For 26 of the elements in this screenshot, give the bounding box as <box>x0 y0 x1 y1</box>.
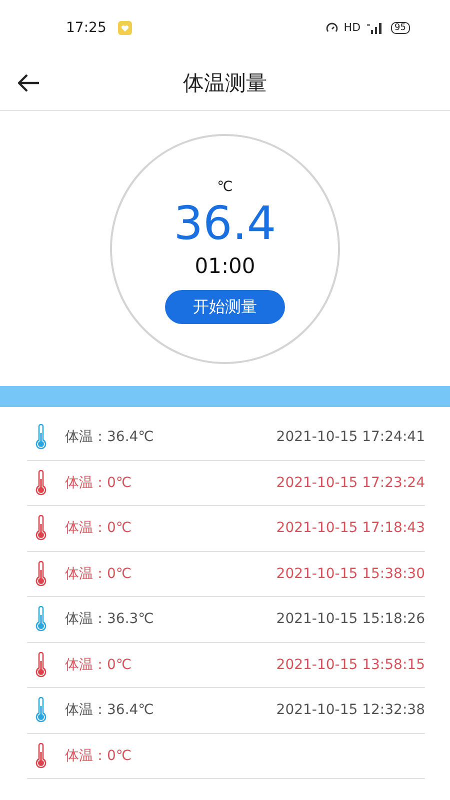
battery-indicator: 95 <box>390 22 410 34</box>
back-arrow-icon[interactable] <box>18 74 40 92</box>
temperature-record: 体温：36.4℃ <box>65 701 155 720</box>
record-timestamp: 2021-10-15 15:38:30 <box>276 566 425 582</box>
heart-badge-icon <box>118 20 132 34</box>
temperature-record: 体温：36.4℃ <box>65 428 155 446</box>
page-title: 体温测量 <box>183 70 267 96</box>
start-measure-button[interactable]: 开始测量 <box>165 290 285 324</box>
temperature-record: 体温：0℃ <box>65 746 133 765</box>
temperature-record: 体温：0℃ <box>65 656 133 674</box>
timer-text: 01:00 <box>194 254 256 278</box>
record-timestamp: 2021-10-15 17:18:43 <box>276 520 425 536</box>
unit-label: ℃ <box>217 178 233 195</box>
speed-gauge-icon <box>326 22 338 34</box>
temperature-record: 体温：0℃ <box>65 519 133 538</box>
clock: 17:25 <box>66 20 106 36</box>
network-label: HD <box>344 21 361 34</box>
record-timestamp: 2021-10-15 17:24:41 <box>276 429 425 446</box>
temperature-value: 36.4 <box>174 194 276 252</box>
temperature-record: 体温：0℃ <box>65 564 133 583</box>
temperature-record: 体温：36.3℃ <box>65 610 155 628</box>
record-timestamp: 2021-10-15 13:58:15 <box>276 656 425 673</box>
temperature-record: 体温：0℃ <box>65 474 133 492</box>
record-timestamp: 2021-10-15 15:18:26 <box>276 611 425 628</box>
record-timestamp: 2021-10-15 12:32:38 <box>276 702 425 718</box>
record-timestamp: 2021-10-15 17:23:24 <box>276 474 425 491</box>
